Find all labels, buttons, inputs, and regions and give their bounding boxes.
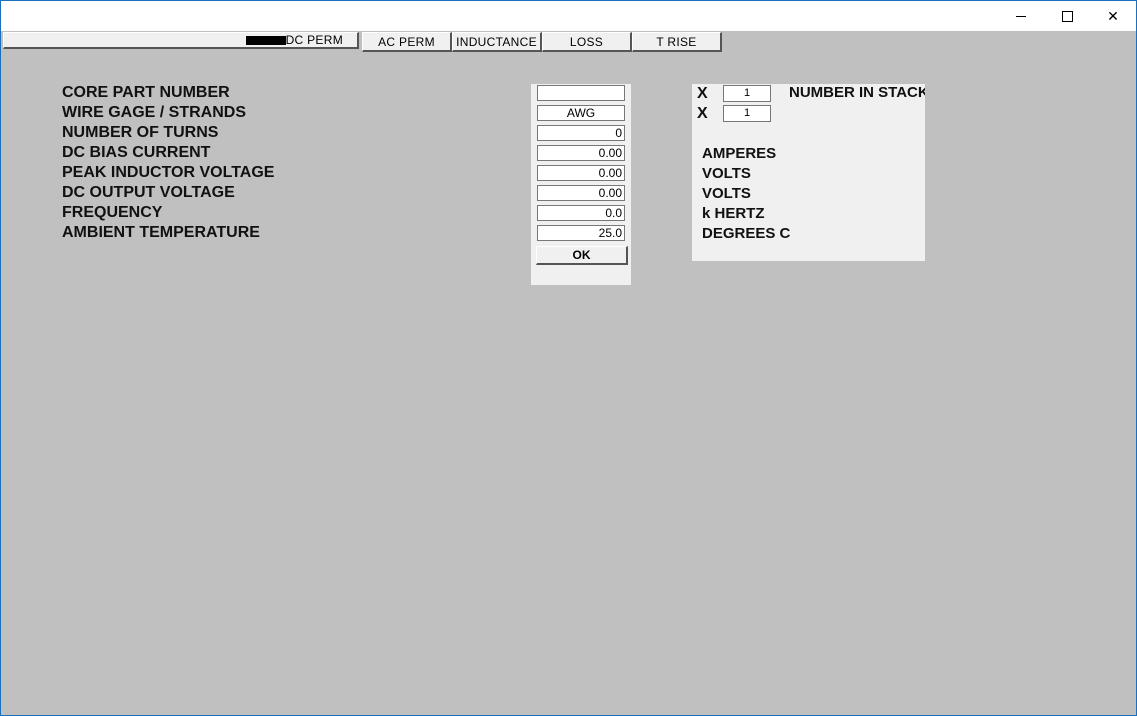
label-wire-gage: WIRE GAGE / STRANDS [62,104,247,121]
maximize-button[interactable] [1044,1,1090,31]
number-in-stack-label: NUMBER IN STACK [789,84,925,101]
minimize-button[interactable] [998,1,1044,31]
field-labels: CORE PART NUMBER WIRE GAGE / STRANDS NUM… [62,83,274,243]
tab-t-rise[interactable]: T RISE [632,32,722,52]
close-icon: ✕ [1107,7,1119,24]
minimize-icon [1016,15,1026,17]
stack-count-input[interactable]: 1 [723,85,771,102]
tab-label: INDUCTANCE [456,34,537,49]
unit-khertz: k HERTZ [702,205,765,222]
wire-gage-input[interactable]: AWG [537,105,625,121]
unit-degrees-c: DEGREES C [702,225,791,242]
peak-inductor-voltage-input[interactable]: 0.00 [537,165,625,181]
label-ambient-temperature: AMBIENT TEMPERATURE [62,224,260,241]
x-label-strands: X [697,105,708,122]
number-of-turns-input[interactable]: 0 [537,125,625,141]
label-frequency: FREQUENCY [62,204,163,221]
ok-button[interactable]: OK [536,246,628,265]
label-peak-inductor-voltage: PEAK INDUCTOR VOLTAGE [62,164,275,181]
unit-volts-output: VOLTS [702,185,751,202]
tab-label: DC PERM [285,33,343,47]
tab-loss[interactable]: LOSS [542,32,632,52]
label-number-of-turns: NUMBER OF TURNS [62,124,219,141]
strands-count-input[interactable]: 1 [723,105,771,122]
x-label-stack: X [697,85,708,102]
tab-inductance[interactable]: INDUCTANCE [452,32,542,52]
active-tab-marker [245,35,286,45]
dc-bias-current-input[interactable]: 0.00 [537,145,625,161]
maximize-icon [1061,10,1073,22]
units-panel: X 1 NUMBER IN STACK X 1 AMPERES VOLTS VO… [692,84,925,261]
frequency-input[interactable]: 0.0 [537,205,625,221]
unit-amperes: AMPERES [702,145,777,162]
tab-label: LOSS [569,34,604,49]
unit-volts-peak: VOLTS [702,165,751,182]
tab-label: T RISE [656,34,697,49]
tab-bar: DC PERM AC PERM INDUCTANCE LOSS T RISE [3,32,722,52]
input-panel: AWG 0 0.00 0.00 0.00 0.0 25.0 OK [531,84,631,285]
close-button[interactable]: ✕ [1090,1,1136,31]
tab-dc-perm[interactable]: DC PERM [3,32,359,49]
label-dc-output-voltage: DC OUTPUT VOLTAGE [62,184,235,201]
tab-label: AC PERM [378,34,435,49]
tab-ac-perm[interactable]: AC PERM [362,32,452,52]
core-part-number-input[interactable] [537,85,625,101]
label-dc-bias-current: DC BIAS CURRENT [62,144,211,161]
label-core-part-number: CORE PART NUMBER [62,84,230,101]
dc-output-voltage-input[interactable]: 0.00 [537,185,625,201]
app-window: ✕ DC PERM AC PERM INDUCTANCE LOSS T RISE… [0,0,1137,716]
title-bar: ✕ [1,1,1136,31]
ambient-temperature-input[interactable]: 25.0 [537,225,625,241]
